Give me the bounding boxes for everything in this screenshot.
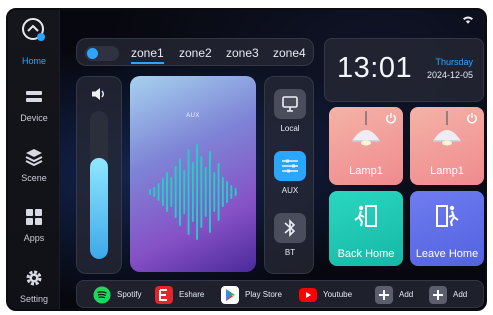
equalizer-icon bbox=[282, 159, 298, 173]
lamp-label: Lamp1 bbox=[430, 165, 464, 177]
source-label: Local bbox=[280, 124, 300, 133]
waveform-bar bbox=[217, 163, 220, 221]
source-bt[interactable]: BT bbox=[273, 213, 307, 257]
clock-day: Thursday bbox=[435, 57, 473, 67]
waveform-bar bbox=[196, 144, 198, 240]
waveform-bar bbox=[157, 183, 160, 201]
app-label: Youtube bbox=[323, 290, 353, 299]
tab-zone1[interactable]: zone1 bbox=[131, 46, 164, 64]
lamp-label: Lamp1 bbox=[349, 165, 383, 177]
gear-icon bbox=[26, 270, 42, 286]
waveform-bar bbox=[230, 185, 233, 199]
power-icon[interactable] bbox=[385, 112, 397, 124]
youtube-icon bbox=[299, 288, 317, 302]
source-bt-button[interactable] bbox=[274, 213, 306, 243]
tab-zone3[interactable]: zone3 bbox=[226, 46, 259, 60]
source-panel: Local AUX BT bbox=[264, 76, 314, 274]
sidebar-item-setting[interactable]: Setting bbox=[8, 268, 60, 304]
zone-bar: zone1 zone2 zone3 zone4 bbox=[76, 38, 314, 66]
clock-time: 13:01 bbox=[337, 52, 413, 84]
wifi-icon bbox=[463, 16, 473, 24]
waveform-bar bbox=[153, 187, 156, 197]
scene-leave-home[interactable]: Leave Home bbox=[410, 191, 484, 266]
sidebar-item-label: Apps bbox=[23, 233, 45, 243]
scene-label: Back Home bbox=[337, 248, 395, 260]
waveform-bar bbox=[213, 172, 216, 212]
exit-door-icon bbox=[436, 205, 459, 227]
waveform-bar bbox=[166, 172, 168, 212]
app-label: Eshare bbox=[179, 290, 205, 299]
toggle-knob bbox=[87, 48, 98, 59]
power-icon[interactable] bbox=[466, 112, 478, 124]
audio-waveform-icon bbox=[149, 144, 237, 240]
app-label: Add bbox=[399, 290, 414, 299]
home-logo-icon bbox=[22, 18, 45, 41]
sidebar-item-label: Home bbox=[21, 56, 46, 66]
pendant-lamp-icon bbox=[352, 111, 380, 146]
waveform-bar bbox=[221, 177, 224, 207]
tab-zone2[interactable]: zone2 bbox=[179, 46, 212, 60]
waveform-bar bbox=[191, 162, 194, 222]
app-label: Spotify bbox=[117, 290, 142, 299]
sidebar-item-home[interactable]: Home bbox=[8, 50, 60, 66]
clock-panel: 13:01 Thursday 2024-12-05 bbox=[324, 38, 484, 102]
now-playing-source: AUX bbox=[186, 113, 200, 119]
play-store-icon bbox=[221, 286, 239, 304]
device-icon bbox=[26, 91, 42, 102]
scene-layers-icon bbox=[25, 149, 43, 167]
app-bar: Spotify Eshare Play Store Youtube Add Ad… bbox=[76, 280, 484, 308]
waveform-bar bbox=[204, 167, 207, 217]
source-label: AUX bbox=[281, 186, 299, 195]
waveform-bar bbox=[187, 149, 190, 235]
sidebar-item-scene[interactable]: Scene bbox=[8, 147, 60, 183]
sidebar-item-device[interactable]: Device bbox=[8, 87, 60, 123]
lamp-tile-1[interactable]: Lamp1 bbox=[329, 107, 403, 185]
spotify-icon bbox=[93, 286, 111, 304]
sidebar-item-label: Setting bbox=[19, 294, 49, 304]
app-label: Play Store bbox=[245, 290, 282, 299]
volume-slider-fill bbox=[90, 158, 108, 259]
scene-label: Leave Home bbox=[415, 248, 479, 260]
plus-icon bbox=[429, 286, 447, 304]
source-aux[interactable]: AUX bbox=[273, 151, 307, 195]
app-label: Add bbox=[453, 290, 468, 299]
volume-slider[interactable] bbox=[90, 111, 108, 259]
waveform-bar bbox=[209, 151, 211, 233]
enter-door-icon bbox=[354, 205, 377, 227]
tablet-screen: Home Device Scene Apps Setting zone1 zon… bbox=[6, 8, 487, 311]
speaker-icon bbox=[92, 88, 104, 100]
source-label: BT bbox=[284, 248, 296, 257]
source-local[interactable]: Local bbox=[273, 89, 307, 133]
pendant-lamp-icon bbox=[433, 111, 461, 146]
bluetooth-icon bbox=[284, 219, 296, 237]
waveform-bar bbox=[149, 189, 151, 195]
plus-icon bbox=[375, 286, 393, 304]
sidebar: Home Device Scene Apps Setting bbox=[8, 10, 60, 309]
waveform-bar bbox=[183, 170, 186, 214]
lamp-tile-2[interactable]: Lamp1 bbox=[410, 107, 484, 185]
waveform-bar bbox=[161, 178, 164, 206]
waveform-bar bbox=[174, 166, 177, 218]
source-aux-button[interactable] bbox=[274, 151, 306, 181]
waveform-bar bbox=[170, 177, 173, 207]
waveform-bar bbox=[226, 181, 228, 203]
waveform-bar bbox=[234, 188, 237, 196]
tab-zone4[interactable]: zone4 bbox=[273, 46, 306, 60]
now-playing-card: AUX bbox=[130, 76, 256, 272]
eshare-icon bbox=[155, 286, 173, 304]
source-local-button[interactable] bbox=[274, 89, 306, 119]
monitor-icon bbox=[282, 96, 298, 112]
zone-power-toggle[interactable] bbox=[85, 46, 119, 61]
scene-back-home[interactable]: Back Home bbox=[329, 191, 403, 266]
main-area: zone1 zone2 zone3 zone4 13:01 Thursday 2… bbox=[60, 10, 485, 309]
volume-panel bbox=[76, 76, 122, 274]
waveform-bar bbox=[200, 156, 203, 228]
apps-grid-icon bbox=[26, 209, 42, 225]
clock-date: 2024-12-05 bbox=[426, 70, 473, 80]
waveform-bar bbox=[179, 158, 181, 226]
sidebar-item-label: Scene bbox=[21, 173, 47, 183]
sidebar-item-label: Device bbox=[20, 113, 48, 123]
sidebar-item-apps[interactable]: Apps bbox=[8, 207, 60, 243]
